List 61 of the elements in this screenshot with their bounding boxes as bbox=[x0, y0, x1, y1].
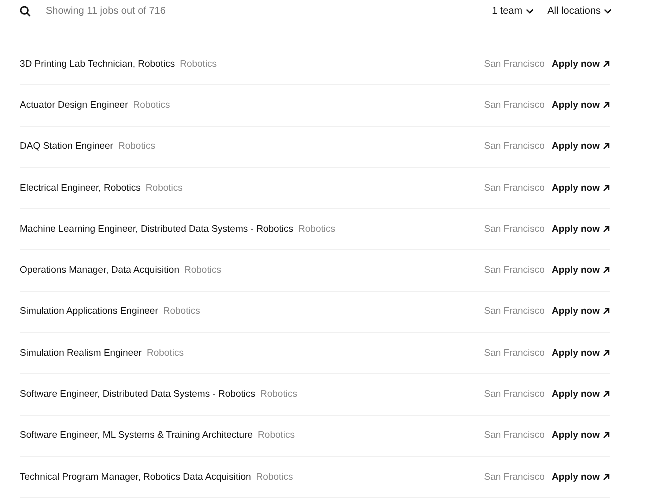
job-location: San Francisco bbox=[484, 306, 545, 318]
arrow-up-right-icon bbox=[603, 308, 610, 316]
job-location: San Francisco bbox=[484, 100, 545, 111]
arrow-up-right-icon bbox=[603, 226, 610, 233]
job-title[interactable]: DAQ Station Engineer bbox=[20, 141, 114, 152]
job-title[interactable]: Software Engineer, Distributed Data Systems - Robotics bbox=[20, 389, 256, 400]
apply-link[interactable]: Apply now bbox=[552, 182, 610, 194]
job-team: Robotics bbox=[146, 348, 184, 359]
apply-link[interactable]: Apply now bbox=[552, 389, 610, 400]
job-location: San Francisco bbox=[484, 389, 545, 400]
job-title[interactable]: Simulation Applications Engineer bbox=[20, 306, 158, 318]
chevron-down-icon bbox=[526, 8, 534, 14]
job-team: Robotics bbox=[258, 430, 296, 442]
apply-link[interactable]: Apply now bbox=[552, 265, 610, 276]
job-title[interactable]: Operations Manager, Data Acquisition bbox=[20, 265, 180, 276]
job-location: San Francisco bbox=[484, 472, 545, 483]
job-team: Robotics bbox=[260, 389, 298, 400]
arrow-up-right-icon bbox=[603, 184, 610, 192]
apply-link[interactable]: Apply now bbox=[552, 100, 610, 111]
job-title[interactable]: 3D Printing Lab Technician, Robotics bbox=[20, 58, 176, 70]
job-team: Robotics bbox=[180, 58, 218, 70]
job-location: San Francisco bbox=[484, 224, 545, 235]
job-location: San Francisco bbox=[484, 182, 545, 194]
job-team: Robotics bbox=[298, 224, 336, 235]
apply-link[interactable]: Apply now bbox=[552, 430, 610, 442]
apply-link[interactable]: Apply now bbox=[552, 141, 610, 152]
job-title[interactable]: Simulation Realism Engineer bbox=[20, 348, 142, 359]
job-location: San Francisco bbox=[484, 348, 545, 359]
filter-dropdown[interactable]: All locations bbox=[548, 6, 612, 16]
job-title[interactable]: Electrical Engineer, Robotics bbox=[20, 182, 141, 194]
apply-link[interactable]: Apply now bbox=[552, 348, 610, 359]
job-location: San Francisco bbox=[484, 141, 545, 152]
apply-link[interactable]: Apply now bbox=[552, 224, 610, 235]
job-location: San Francisco bbox=[484, 265, 545, 276]
search-icon[interactable] bbox=[20, 6, 31, 16]
apply-link[interactable]: Apply now bbox=[552, 472, 610, 483]
job-title[interactable]: Software Engineer, ML Systems & Training Architecture bbox=[20, 430, 254, 442]
apply-link[interactable]: Apply now bbox=[552, 58, 610, 70]
arrow-up-right-icon bbox=[603, 102, 610, 109]
job-team: Robotics bbox=[133, 100, 170, 111]
arrow-up-right-icon bbox=[603, 474, 610, 481]
job-location: San Francisco bbox=[484, 430, 545, 442]
job-title[interactable]: Technical Program Manager, Robotics Data Acquisition bbox=[20, 472, 252, 483]
job-team: Robotics bbox=[118, 141, 156, 152]
job-team: Robotics bbox=[184, 265, 222, 276]
arrow-up-right-icon bbox=[603, 60, 610, 68]
job-title[interactable]: Actuator Design Engineer bbox=[20, 100, 128, 111]
apply-link[interactable]: Apply now bbox=[552, 306, 610, 318]
job-location: San Francisco bbox=[484, 58, 545, 70]
results-count: Showing 11 jobs out of 716 bbox=[46, 6, 166, 16]
job-team: Robotics bbox=[256, 472, 294, 483]
arrow-up-right-icon bbox=[603, 350, 610, 357]
arrow-up-right-icon bbox=[603, 391, 610, 398]
arrow-up-right-icon bbox=[603, 143, 610, 150]
arrow-up-right-icon bbox=[603, 267, 610, 274]
chevron-down-icon bbox=[604, 8, 612, 14]
filter-dropdown[interactable]: 1 team bbox=[492, 6, 534, 16]
job-team: Robotics bbox=[146, 182, 183, 194]
job-team: Robotics bbox=[163, 306, 200, 318]
job-title[interactable]: Machine Learning Engineer, Distributed Data Systems - Robotics bbox=[20, 224, 294, 235]
arrow-up-right-icon bbox=[603, 432, 610, 440]
